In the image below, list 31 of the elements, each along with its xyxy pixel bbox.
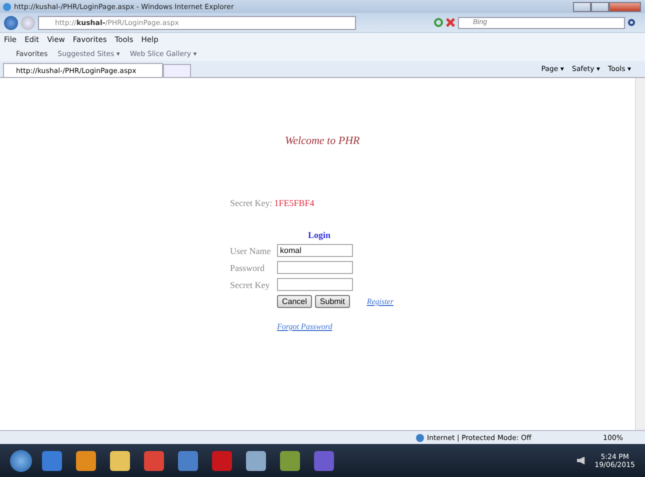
login-heading: Login	[308, 230, 331, 240]
volume-icon[interactable]	[576, 456, 585, 464]
globe-icon	[416, 434, 424, 442]
maximize-button[interactable]	[591, 2, 609, 12]
start-button[interactable]	[10, 450, 32, 472]
close-button[interactable]	[609, 2, 641, 12]
secret-key-value: 1FE5FBF4	[274, 198, 314, 208]
input-field[interactable]	[277, 278, 353, 291]
taskbar-app-icon[interactable]	[280, 450, 300, 470]
scrollbar[interactable]	[635, 78, 645, 430]
field-label: Password	[230, 262, 266, 272]
form-button[interactable]: Cancel	[277, 295, 312, 308]
welcome-heading: Welcome to PHR	[285, 135, 360, 147]
taskbar-app-icon[interactable]	[76, 450, 96, 470]
field-label: Secret Key	[230, 280, 271, 290]
input-field[interactable]: komal	[277, 244, 353, 257]
back-button[interactable]	[4, 16, 18, 30]
search-icon[interactable]	[628, 19, 635, 26]
taskbar-app-icon[interactable]	[178, 450, 198, 470]
forgot-password-link[interactable]: Forgot Password	[277, 322, 332, 331]
form-button[interactable]: Submit	[314, 295, 350, 308]
field-label: User Name	[230, 246, 272, 256]
taskbar-app-icon[interactable]	[110, 450, 130, 470]
new-tab-button[interactable]	[163, 64, 191, 77]
stop-icon[interactable]	[446, 18, 455, 27]
input-field[interactable]	[277, 261, 353, 274]
secret-key-label: Secret Key:	[230, 198, 272, 208]
taskbar-app-icon[interactable]	[42, 450, 62, 470]
register-link[interactable]: Register	[366, 297, 394, 306]
taskbar-app-icon[interactable]	[246, 450, 266, 470]
minimize-button[interactable]	[573, 2, 591, 12]
